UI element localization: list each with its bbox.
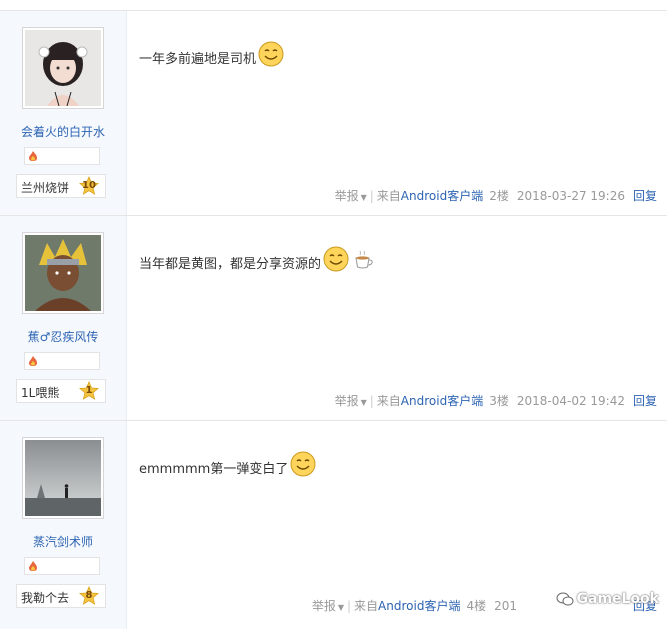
post-footer: 举报 ▼ | 来自Android客户端 4楼 201 <box>311 599 517 613</box>
avatar[interactable] <box>22 27 104 109</box>
post-body: 一年多前遍地是司机 举报 ▼ | 来自Android客户端 2楼 2018-03-27 1… <box>127 11 667 216</box>
post-content: 当年都是黄图，都是分享资源的 <box>139 246 375 272</box>
report-link[interactable]: 举报 ▼ <box>312 599 344 613</box>
post-date: 201 <box>494 599 517 613</box>
level-box <box>24 352 100 370</box>
user-sidebar: 蕉♂忍疾风传 1L喂熊 1 <box>0 216 127 421</box>
post-content: 一年多前遍地是司机 <box>139 41 284 67</box>
user-badge[interactable]: 兰州烧饼 10 <box>16 174 106 198</box>
username[interactable]: 会着火的白开水 <box>0 123 126 140</box>
post-footer: 举报 ▼ | 来自Android客户端 3楼 2018-04-02 19:42 回复 <box>334 394 657 408</box>
post-text: 当年都是黄图，都是分享资源的 <box>139 257 322 272</box>
floor-number: 3楼 <box>489 394 509 408</box>
wechat-icon <box>556 592 573 606</box>
post-body: 当年都是黄图，都是分享资源的 举报 ▼ | 来自Android客户端 3楼 2018-04… <box>127 216 667 421</box>
smile-emoji-icon <box>290 451 316 477</box>
user-badge[interactable]: 我勒个去 8 <box>16 584 106 608</box>
avatar-image <box>25 235 101 311</box>
reply-link[interactable]: 回复 <box>633 189 657 203</box>
badge-label: 兰州烧饼 <box>21 181 70 195</box>
source-link[interactable]: Android客户端 <box>401 394 483 408</box>
avatar-image <box>25 440 101 516</box>
avatar[interactable] <box>22 437 104 519</box>
user-badge[interactable]: 1L喂熊 1 <box>16 379 106 403</box>
source-prefix: 来自 <box>376 394 401 408</box>
post-content: emmmmm第一弹变白了 <box>139 451 316 477</box>
smile-emoji-icon <box>258 41 284 67</box>
avatar[interactable] <box>22 232 104 314</box>
level-box <box>24 147 100 165</box>
badge-label: 1L喂熊 <box>21 386 60 400</box>
flame-icon <box>29 356 37 366</box>
report-link[interactable]: 举报 ▼ <box>335 189 367 203</box>
reply-link[interactable]: 回复 <box>633 394 657 408</box>
flame-icon <box>29 151 37 161</box>
floor-number: 4楼 <box>466 599 487 613</box>
watermark-text: GameLook <box>576 591 660 607</box>
level-star-icon: 8 <box>78 585 100 606</box>
user-sidebar: 蒸汽剑术师 我勒个去 8 <box>0 421 127 629</box>
flame-icon <box>29 561 37 571</box>
source-link[interactable]: Android客户端 <box>401 189 483 203</box>
post-date: 2018-03-27 19:26 <box>516 189 625 203</box>
post-date: 2018-04-02 19:42 <box>516 394 625 408</box>
badge-level: 10 <box>82 180 96 191</box>
badge-label: 我勒个去 <box>21 591 70 605</box>
post-floor-2: 会着火的白开水 兰州烧饼 10 一年多前遍地是司机 举报 ▼ | 来自Android客… <box>0 10 667 216</box>
username[interactable]: 蒸汽剑术师 <box>0 533 126 550</box>
floor-number: 2楼 <box>489 189 509 203</box>
level-star-icon: 10 <box>78 175 100 196</box>
source-prefix: 来自 <box>376 189 401 203</box>
smile-emoji-icon <box>323 246 349 272</box>
tea-cup-icon <box>355 250 373 269</box>
post-footer: 举报 ▼ | 来自Android客户端 2楼 2018-03-27 19:26 回复 <box>334 189 657 203</box>
source-link[interactable]: Android客户端 <box>378 599 460 613</box>
badge-level: 1 <box>85 385 93 396</box>
watermark: GameLook <box>556 590 660 608</box>
badge-level: 8 <box>85 590 93 601</box>
level-box <box>24 557 100 575</box>
report-link[interactable]: 举报 ▼ <box>335 394 367 408</box>
level-star-icon: 1 <box>78 380 100 401</box>
user-sidebar: 会着火的白开水 兰州烧饼 10 <box>0 11 127 216</box>
post-text: 一年多前遍地是司机 <box>139 52 257 67</box>
username[interactable]: 蕉♂忍疾风传 <box>0 328 126 345</box>
post-floor-3: 蕉♂忍疾风传 1L喂熊 1 当年都是黄图，都是分享资源的 举报 ▼ | 来自Andro… <box>0 215 667 421</box>
avatar-image <box>25 30 101 106</box>
source-prefix: 来自 <box>354 599 379 613</box>
post-text: emmmmm第一弹变白了 <box>139 462 289 477</box>
